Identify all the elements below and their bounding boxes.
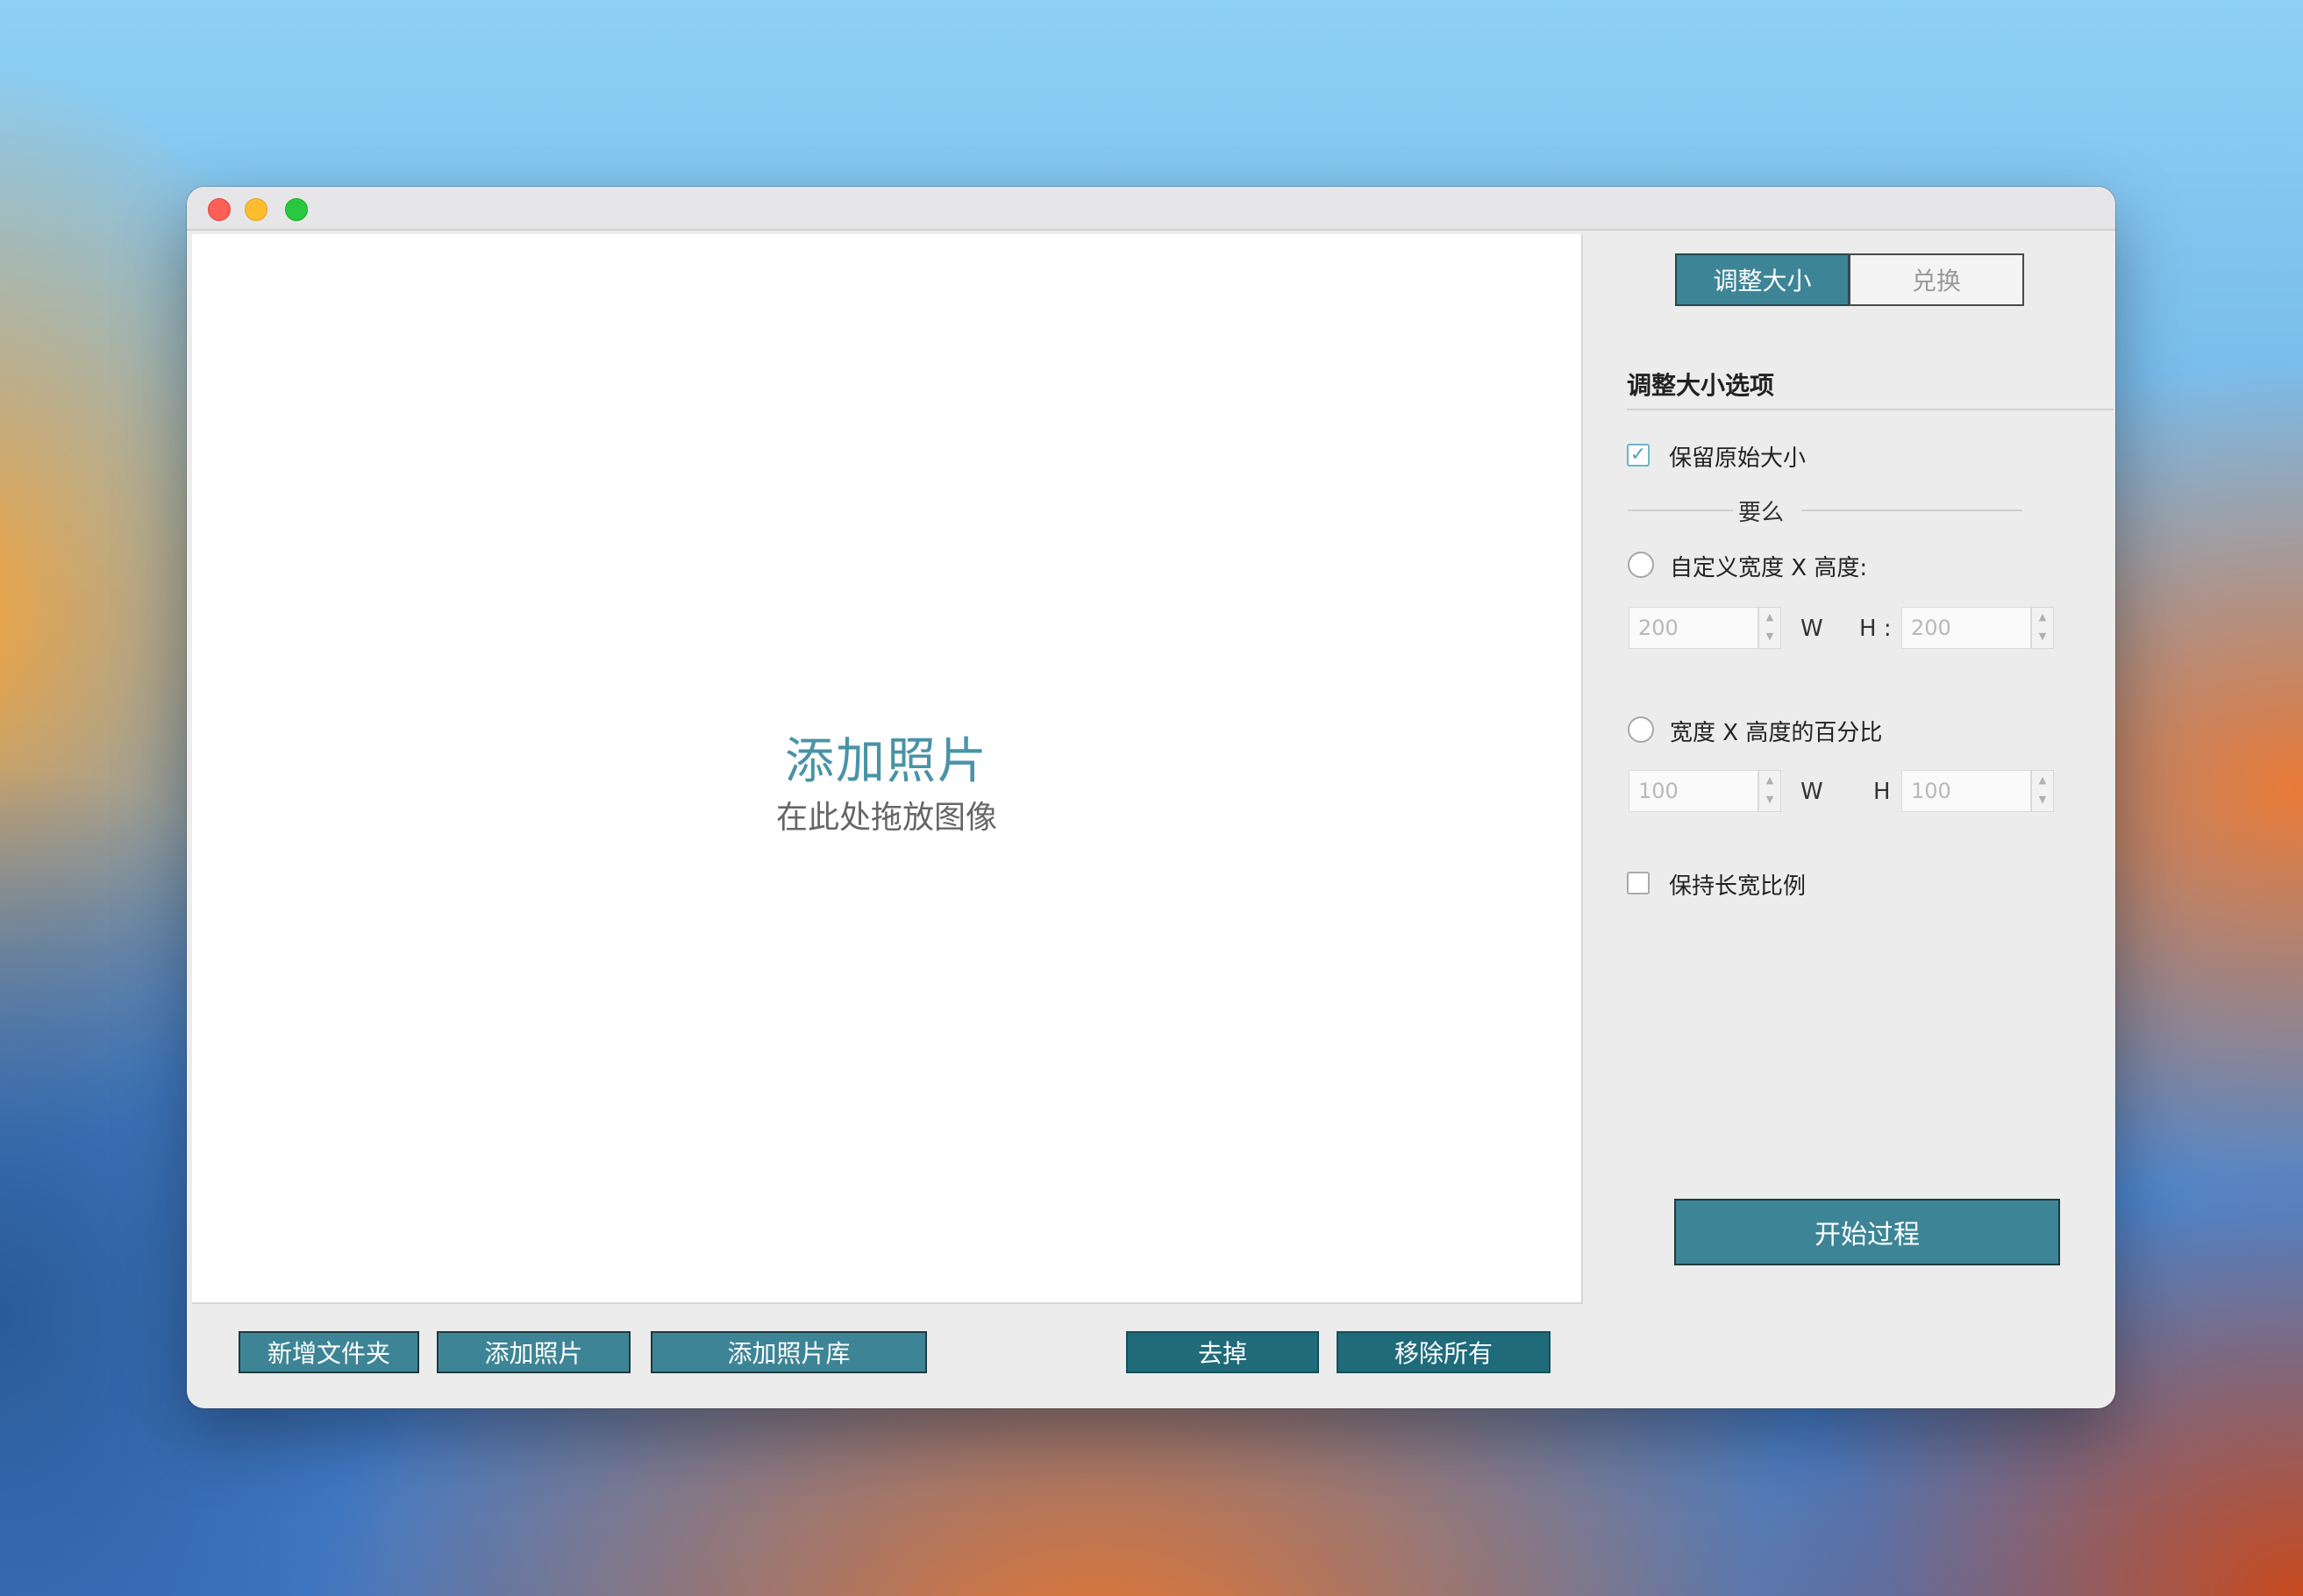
stepper-up-icon: ▲ [2038,774,2047,786]
maximize-window-button[interactable] [285,198,308,221]
tab-convert[interactable]: 兑换 [1849,253,2024,306]
custom-size-radio[interactable] [1628,552,1654,578]
section-divider [1627,409,2114,410]
keep-original-size-checkbox[interactable]: ✓ [1627,444,1650,467]
close-window-button[interactable] [208,198,231,221]
or-divider-right [1801,509,2022,511]
image-drop-zone[interactable]: 添加照片 在此处拖放图像 [192,234,1583,1304]
stepper-up-icon: ▲ [1765,611,1774,623]
percent-height-stepper[interactable]: ▲ ▼ [2031,770,2054,812]
add-photos-button[interactable]: 添加照片 [437,1331,631,1373]
custom-width-label: W [1800,616,1823,642]
checkmark-icon: ✓ [1629,444,1647,466]
stepper-up-icon: ▲ [2038,611,2047,623]
custom-height-label: H : [1859,616,1892,642]
stepper-down-icon: ▼ [1765,631,1774,642]
resize-options-title: 调整大小选项 [1627,371,1775,400]
or-label: 要么 [1738,500,1785,526]
stepper-down-icon: ▼ [2038,631,2047,642]
percentage-radio[interactable] [1628,716,1654,743]
drop-zone-subtitle: 在此处拖放图像 [775,800,997,836]
minimize-window-button[interactable] [245,198,267,221]
percent-width-input[interactable]: 100 [1629,770,1758,812]
add-photo-library-button[interactable]: 添加照片库 [651,1331,927,1373]
new-folder-button[interactable]: 新增文件夹 [239,1331,419,1373]
custom-width-stepper[interactable]: ▲ ▼ [1758,607,1781,649]
or-divider-left [1628,509,1733,511]
drop-zone-title: 添加照片 [785,733,988,790]
start-process-button[interactable]: 开始过程 [1674,1199,2060,1265]
percentage-label: 宽度 X 高度的百分比 [1670,720,1883,746]
keep-aspect-ratio-checkbox[interactable] [1627,872,1650,894]
custom-height-input[interactable]: 200 [1901,607,2031,649]
stepper-up-icon: ▲ [1765,774,1774,786]
stepper-down-icon: ▼ [1765,794,1774,805]
percent-width-label: W [1800,779,1823,805]
remove-button[interactable]: 去掉 [1126,1331,1319,1373]
custom-width-input[interactable]: 200 [1629,607,1758,649]
custom-size-label: 自定义宽度 X 高度: [1670,555,1868,581]
percent-height-label: H [1873,779,1891,805]
remove-all-button[interactable]: 移除所有 [1337,1331,1551,1373]
percent-height-input[interactable]: 100 [1901,770,2031,812]
title-bar [187,187,2115,231]
keep-aspect-ratio-label: 保持长宽比例 [1669,873,1807,900]
custom-height-stepper[interactable]: ▲ ▼ [2031,607,2054,649]
tab-resize[interactable]: 调整大小 [1675,253,1850,306]
keep-original-size-label: 保留原始大小 [1669,445,1807,472]
percent-width-stepper[interactable]: ▲ ▼ [1758,770,1781,812]
stepper-down-icon: ▼ [2038,794,2047,805]
